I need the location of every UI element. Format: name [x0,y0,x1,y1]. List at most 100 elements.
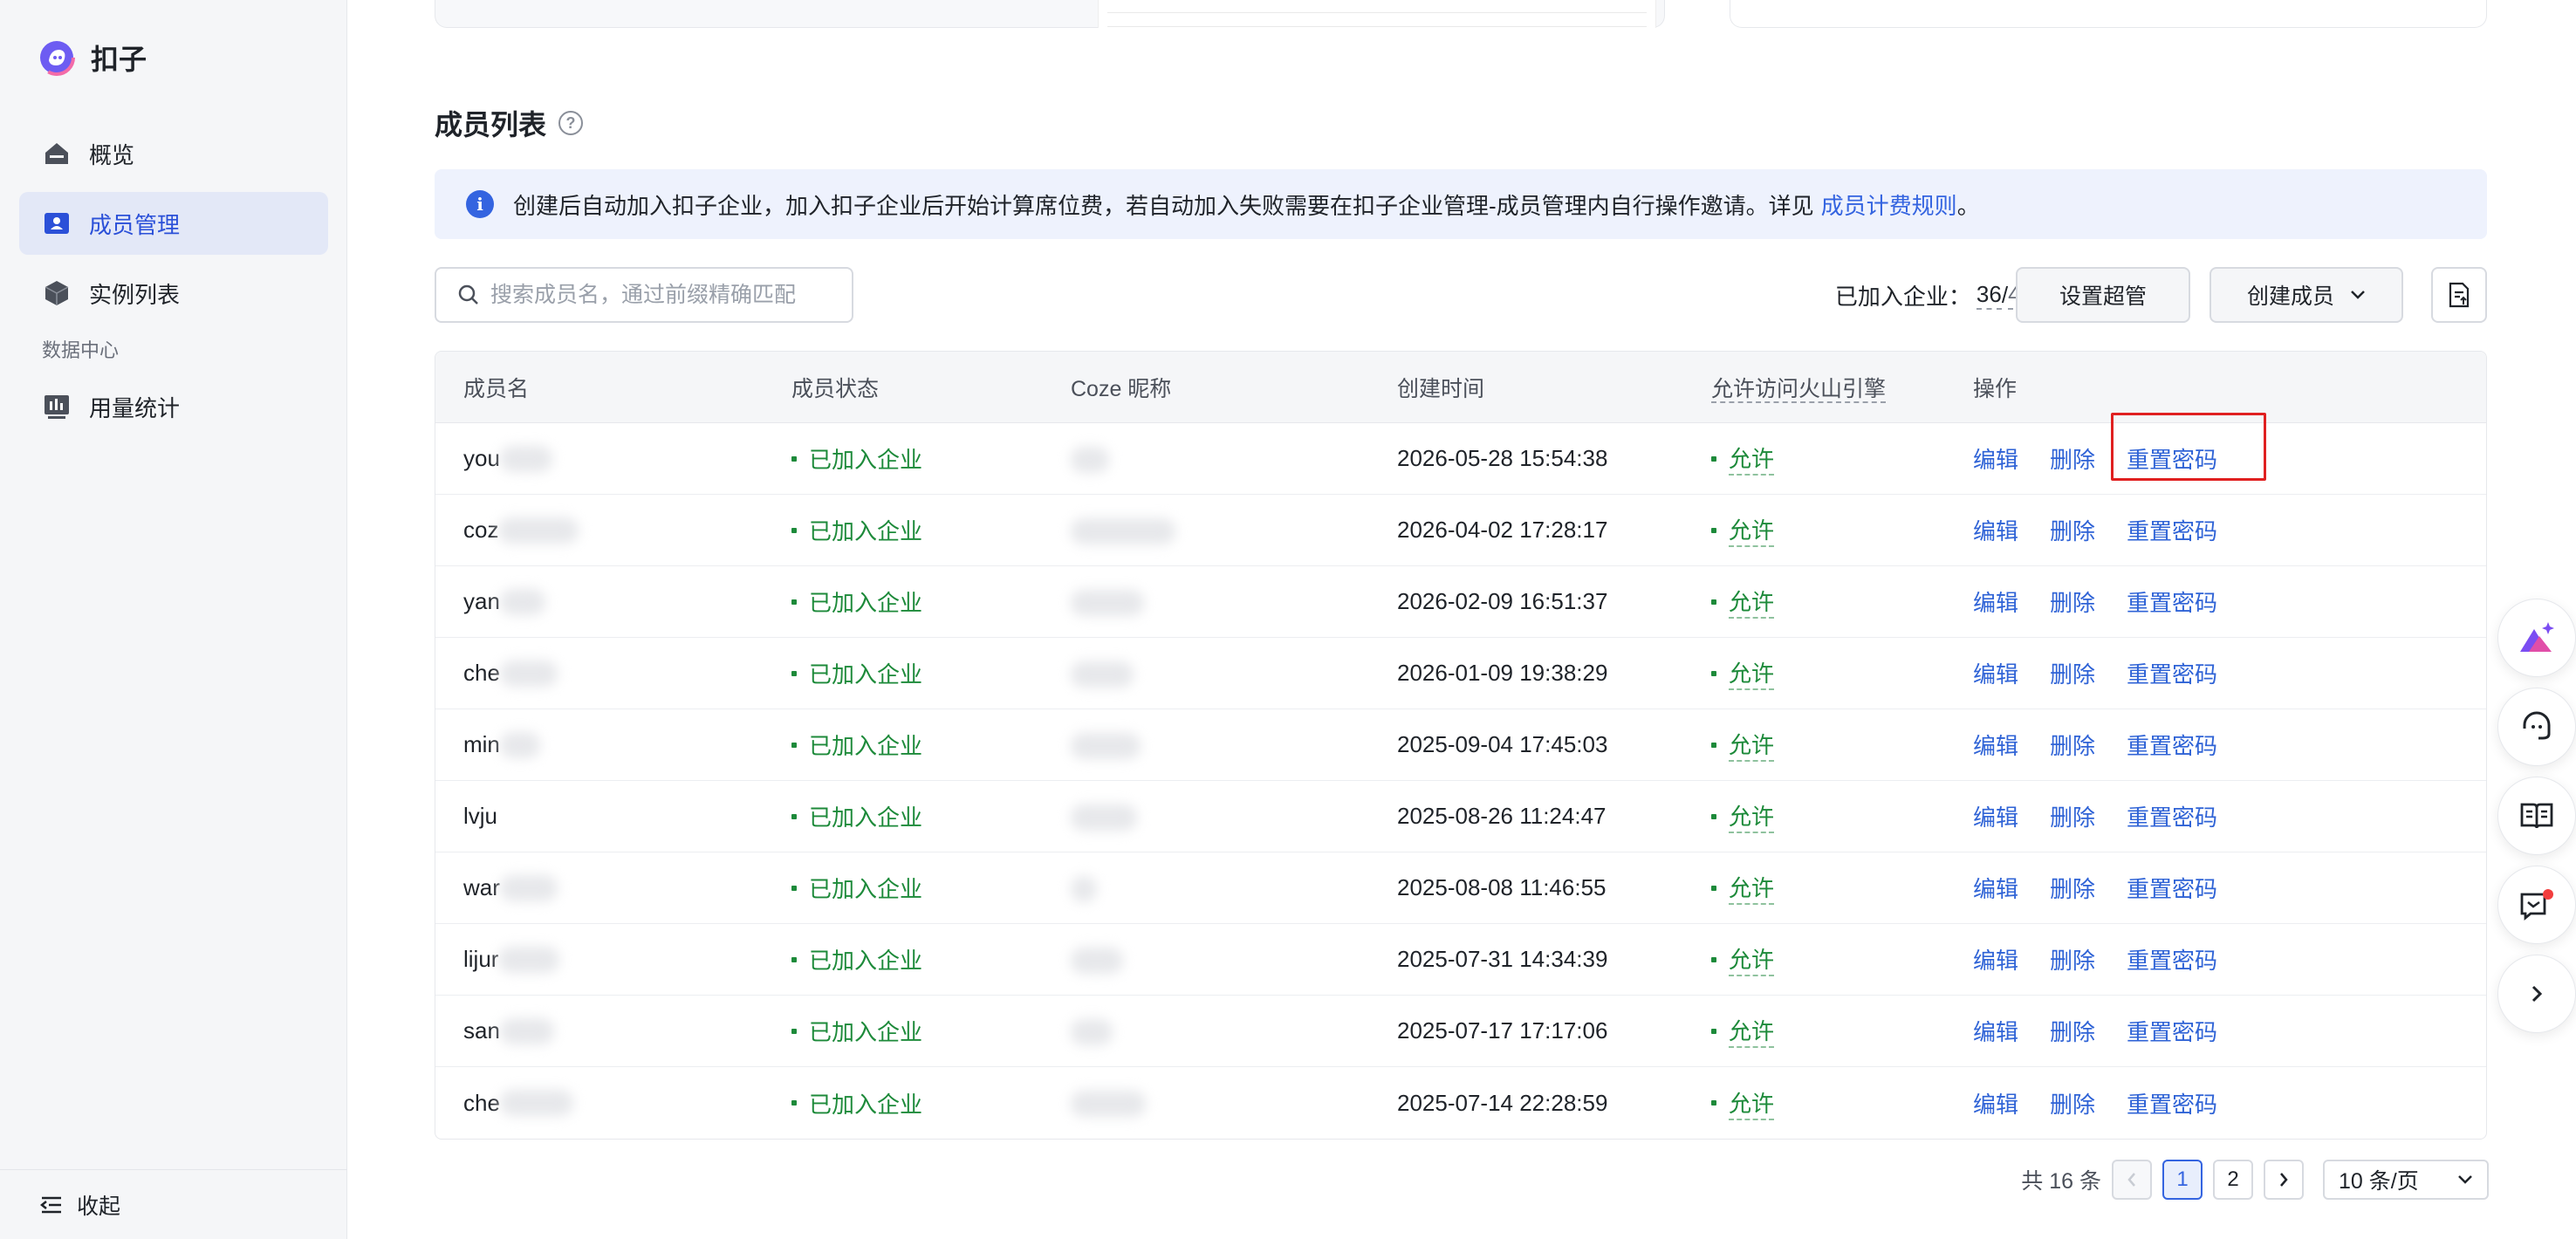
export-button[interactable] [2431,267,2487,323]
edit-button[interactable]: 编辑 [1973,1087,2018,1119]
ai-assistant-button[interactable] [2497,599,2576,677]
edit-button[interactable]: 编辑 [1973,1015,2018,1047]
volcengine-access[interactable]: 允许 [1711,728,1775,762]
delete-button[interactable]: 删除 [2050,585,2095,618]
table-body: you 已加入企业 2026-05-28 15:54:38 允许 编辑 删除 重置密码 coz… [435,413,2486,1139]
expand-floating-button[interactable] [2497,955,2576,1033]
reset-password-button[interactable]: 重置密码 [2127,1087,2217,1119]
delete-button[interactable]: 删除 [2050,800,2095,832]
edit-button[interactable]: 编辑 [1973,800,2018,832]
row-actions: 编辑 删除 重置密码 [1973,413,2267,481]
reset-password-label: 重置密码 [2127,733,2218,759]
reset-password-button[interactable]: 重置密码 [2127,657,2217,689]
volcengine-access[interactable]: 允许 [1711,442,1775,476]
reset-password-button[interactable]: 重置密码 [2111,413,2267,481]
reset-password-button[interactable]: 重置密码 [2127,800,2217,832]
coze-logo-icon [38,39,75,76]
member-status: 已加入企业 [791,729,922,761]
delete-button[interactable]: 删除 [2050,442,2095,475]
member-status: 已加入企业 [791,943,922,975]
table-row: coz 已加入企业 2026-04-02 17:28:17 允许 编辑 删除 重置密码 [435,495,2486,566]
customer-service-button[interactable] [2497,688,2576,766]
headset-icon [2523,711,2551,740]
next-page-button[interactable] [2264,1160,2304,1200]
create-member-button[interactable]: 创建成员 [2209,267,2403,323]
member-name-cell: coz [463,517,579,544]
bar-chart-icon [42,392,72,421]
delete-button[interactable]: 删除 [2050,729,2095,761]
reset-password-button[interactable]: 重置密码 [2127,729,2217,761]
reset-password-button[interactable]: 重置密码 [2127,514,2217,546]
help-icon[interactable]: ? [558,111,584,135]
coze-nickname-cell [1071,444,1109,473]
volcengine-access[interactable]: 允许 [1711,942,1775,976]
reset-password-label: 重置密码 [2127,661,2218,688]
edit-button[interactable]: 编辑 [1973,514,2018,546]
collapse-sidebar-button[interactable]: 收起 [0,1169,347,1239]
volcengine-access[interactable]: 允许 [1711,656,1775,690]
edit-button[interactable]: 编辑 [1973,943,2018,975]
page-size-select[interactable]: 10 条/页 [2323,1160,2489,1200]
prev-page-button[interactable] [2112,1160,2152,1200]
volcengine-access[interactable]: 允许 [1711,1086,1775,1120]
row-actions: 编辑 删除 重置密码 [1973,872,2217,904]
search-box[interactable] [435,267,853,323]
volcengine-access[interactable]: 允许 [1711,585,1775,619]
edit-button[interactable]: 编辑 [1973,657,2018,689]
delete-button[interactable]: 删除 [2050,1015,2095,1047]
table-row: che 已加入企业 2026-01-09 19:38:29 允许 编辑 删除 重置密码 [435,638,2486,709]
edit-button[interactable]: 编辑 [1973,442,2018,475]
sidebar-item-label: 概览 [89,141,135,168]
delete-button[interactable]: 删除 [2050,514,2095,546]
delete-button[interactable]: 删除 [2050,872,2095,904]
info-icon: i [466,190,494,218]
sidebar-item-usage[interactable]: 用量统计 [19,375,328,438]
chevron-right-icon [2280,1173,2288,1187]
reset-password-button[interactable]: 重置密码 [2127,943,2217,975]
chevron-down-icon [2458,1175,2472,1184]
sidebar-item-overview[interactable]: 概览 [19,122,328,185]
table-row: san 已加入企业 2025-07-17 17:17:06 允许 编辑 删除 重置密码 [435,996,2486,1067]
search-input[interactable] [490,282,839,308]
edit-button[interactable]: 编辑 [1973,872,2018,904]
reset-password-label: 重置密码 [2127,1091,2218,1118]
docs-button[interactable] [2497,777,2576,855]
collapse-label: 收起 [77,1194,121,1219]
billing-rules-link[interactable]: 成员计费规则 [1821,188,1957,221]
coze-nickname-cell [1071,873,1097,902]
volcengine-access[interactable]: 允许 [1711,513,1775,547]
volcengine-access[interactable]: 允许 [1711,799,1775,833]
page-button-2[interactable]: 2 [2213,1160,2253,1200]
status-dot-icon [791,1028,797,1034]
col-volcengine-access-label: 允许访问火山引擎 [1711,376,1887,403]
col-member-status: 成员状态 [791,376,880,401]
reset-password-button[interactable]: 重置密码 [2127,585,2217,618]
page-size-value: 10 条/页 [2339,1169,2419,1194]
reset-password-button[interactable]: 重置密码 [2127,1015,2217,1047]
coze-nickname-cell [1071,659,1134,688]
brand[interactable]: 扣子 [38,38,147,77]
sidebar-item-members[interactable]: 成员管理 [19,192,328,255]
delete-button[interactable]: 删除 [2050,1087,2095,1119]
member-name-cell: yan [463,588,545,615]
reset-password-button[interactable]: 重置密码 [2127,872,2217,904]
volcengine-access[interactable]: 允许 [1711,1014,1775,1048]
redacted-name-blur [499,731,540,758]
joined-separator: / [2001,281,2009,308]
edit-button[interactable]: 编辑 [1973,585,2018,618]
edit-button[interactable]: 编辑 [1973,729,2018,761]
status-text: 已加入企业 [809,804,923,831]
delete-button[interactable]: 删除 [2050,943,2095,975]
set-super-admin-button[interactable]: 设置超管 [2016,267,2190,323]
delete-button[interactable]: 删除 [2050,657,2095,689]
row-actions: 编辑 删除 重置密码 [1973,1015,2217,1047]
toolbar: 已加入企业： 36 / 40 设置超管 创建成员 [435,267,2487,323]
coze-nickname-cell [1071,1089,1146,1118]
access-text: 允许 [1729,513,1775,547]
sidebar-item-instances[interactable]: 实例列表 [19,262,328,325]
redacted-name-blur [499,445,552,472]
volcengine-access[interactable]: 允许 [1711,871,1775,905]
page-button-1[interactable]: 1 [2162,1160,2203,1200]
feedback-button[interactable] [2497,866,2576,944]
member-status: 已加入企业 [791,800,922,832]
